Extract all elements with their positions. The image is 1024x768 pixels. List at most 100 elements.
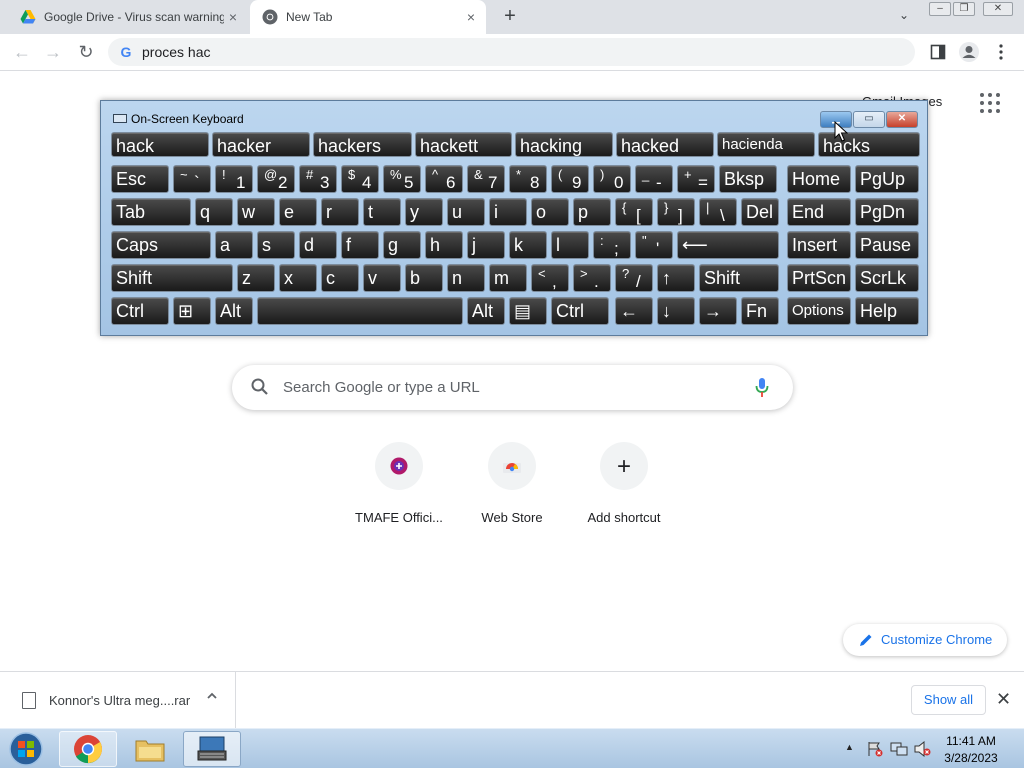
key-home[interactable]: Home bbox=[787, 165, 851, 193]
key-symbol[interactable]: _ - bbox=[635, 165, 673, 193]
reload-button[interactable]: ↻ bbox=[74, 41, 98, 65]
tab-search-icon[interactable]: ⌄ bbox=[894, 8, 914, 26]
key-l[interactable]: l bbox=[551, 231, 589, 259]
key-w[interactable]: w bbox=[237, 198, 275, 226]
customize-chrome-button[interactable]: Customize Chrome bbox=[843, 624, 1007, 656]
window-restore-button[interactable]: ❐ bbox=[953, 2, 975, 16]
tab-new-tab[interactable]: New Tab × bbox=[250, 0, 486, 34]
key-symbol[interactable]: ⟵ bbox=[677, 231, 779, 259]
key-d[interactable]: d bbox=[299, 231, 337, 259]
key-8[interactable]: * 8 bbox=[509, 165, 547, 193]
key-u[interactable]: u bbox=[447, 198, 485, 226]
key-shift[interactable]: Shift bbox=[111, 264, 233, 292]
word-suggestion[interactable]: hacked bbox=[616, 132, 714, 157]
new-tab-button[interactable]: + bbox=[498, 5, 522, 29]
key-s[interactable]: s bbox=[257, 231, 295, 259]
key-p[interactable]: p bbox=[573, 198, 611, 226]
taskbar-explorer-button[interactable] bbox=[121, 731, 179, 767]
key-x[interactable]: x bbox=[279, 264, 317, 292]
key-insert[interactable]: Insert bbox=[787, 231, 851, 259]
key-f[interactable]: f bbox=[341, 231, 379, 259]
taskbar-chrome-button[interactable] bbox=[59, 731, 117, 767]
key-del[interactable]: Del bbox=[741, 198, 779, 226]
key-fn[interactable]: Fn bbox=[741, 297, 779, 325]
key-pgdn[interactable]: PgDn bbox=[855, 198, 919, 226]
key-alt[interactable]: Alt bbox=[467, 297, 505, 325]
key-k[interactable]: k bbox=[509, 231, 547, 259]
word-suggestion[interactable]: hacienda bbox=[717, 132, 815, 157]
word-suggestion[interactable]: hacker bbox=[212, 132, 310, 157]
key-7[interactable]: & 7 bbox=[467, 165, 505, 193]
back-button[interactable]: ← bbox=[10, 41, 34, 65]
key-pgup[interactable]: PgUp bbox=[855, 165, 919, 193]
show-all-button[interactable]: Show all bbox=[911, 685, 986, 715]
more-menu-icon[interactable] bbox=[998, 43, 1004, 61]
tab-close-icon[interactable]: × bbox=[462, 9, 480, 25]
key-g[interactable]: g bbox=[383, 231, 421, 259]
show-hidden-icons[interactable]: ▲ bbox=[845, 742, 854, 752]
key-pause[interactable]: Pause bbox=[855, 231, 919, 259]
network-icon[interactable] bbox=[890, 741, 908, 757]
key-symbol[interactable]: <, bbox=[531, 264, 569, 292]
word-suggestion[interactable]: hackett bbox=[415, 132, 512, 157]
profile-avatar-icon[interactable] bbox=[958, 41, 980, 63]
word-suggestion[interactable]: hacking bbox=[515, 132, 613, 157]
key-v[interactable]: v bbox=[363, 264, 401, 292]
key-alt[interactable]: Alt bbox=[215, 297, 253, 325]
taskbar-osk-button[interactable] bbox=[183, 731, 241, 767]
forward-button[interactable]: → bbox=[41, 41, 65, 65]
key-symbol[interactable]: ~ ` bbox=[173, 165, 211, 193]
word-suggestion[interactable]: hack bbox=[111, 132, 209, 157]
key-1[interactable]: ! 1 bbox=[215, 165, 253, 193]
key-scrlk[interactable]: ScrLk bbox=[855, 264, 919, 292]
key-end[interactable]: End bbox=[787, 198, 851, 226]
key-b[interactable]: b bbox=[405, 264, 443, 292]
shortcut-tile[interactable]: Web Store bbox=[456, 442, 568, 525]
key-ctrl[interactable]: Ctrl bbox=[551, 297, 609, 325]
key-2[interactable]: @2 bbox=[257, 165, 295, 193]
key-esc[interactable]: Esc bbox=[111, 165, 169, 193]
key-6[interactable]: ^ 6 bbox=[425, 165, 463, 193]
key-0[interactable]: ) 0 bbox=[593, 165, 631, 193]
key-5[interactable]: % 5 bbox=[383, 165, 421, 193]
key-symbol[interactable]: " ' bbox=[635, 231, 673, 259]
windows-start-icon[interactable] bbox=[4, 731, 48, 767]
key-symbol[interactable]: ⊞ bbox=[173, 297, 211, 325]
key-prtscn[interactable]: PrtScn bbox=[787, 264, 851, 292]
key-bksp[interactable]: Bksp bbox=[719, 165, 777, 193]
ntp-search-box[interactable]: Search Google or type a URL bbox=[232, 365, 793, 410]
key-c[interactable]: c bbox=[321, 264, 359, 292]
key-z[interactable]: z bbox=[237, 264, 275, 292]
key-symbol[interactable]: ? / bbox=[615, 264, 653, 292]
action-center-flag-icon[interactable] bbox=[866, 741, 884, 757]
key-h[interactable]: h bbox=[425, 231, 463, 259]
key-j[interactable]: j bbox=[467, 231, 505, 259]
key-3[interactable]: #3 bbox=[299, 165, 337, 193]
chevron-up-icon[interactable] bbox=[206, 690, 218, 702]
key-symbol[interactable]: {[ bbox=[615, 198, 653, 226]
key-symbol[interactable]: }] bbox=[657, 198, 695, 226]
add-shortcut-tile[interactable]: + Add shortcut bbox=[568, 442, 680, 525]
key-caps[interactable]: Caps bbox=[111, 231, 211, 259]
download-item[interactable]: Konnor's Ultra meg....rar bbox=[18, 672, 236, 728]
key-options[interactable]: Options bbox=[787, 297, 851, 325]
google-apps-icon[interactable] bbox=[980, 93, 1000, 113]
side-panel-icon[interactable] bbox=[930, 44, 946, 60]
key-symbol[interactable]: ▤ bbox=[509, 297, 547, 325]
close-shelf-icon[interactable]: ✕ bbox=[996, 689, 1011, 710]
window-close-button[interactable]: ✕ bbox=[983, 2, 1013, 16]
key-symbol[interactable]: + = bbox=[677, 165, 715, 193]
word-suggestion[interactable]: hackers bbox=[313, 132, 412, 157]
shortcut-tile[interactable]: TMAFE Offici... bbox=[343, 442, 455, 525]
key-t[interactable]: t bbox=[363, 198, 401, 226]
key-a[interactable]: a bbox=[215, 231, 253, 259]
tab-close-icon[interactable]: × bbox=[224, 9, 242, 25]
key-symbol[interactable]: ↑ bbox=[657, 264, 695, 292]
key-y[interactable]: y bbox=[405, 198, 443, 226]
microphone-icon[interactable] bbox=[754, 377, 770, 399]
volume-muted-icon[interactable] bbox=[914, 741, 932, 757]
key-tab[interactable]: Tab bbox=[111, 198, 191, 226]
key-space[interactable] bbox=[257, 297, 463, 325]
address-bar[interactable]: G proces hac bbox=[108, 38, 915, 66]
key-symbol[interactable]: ↓ bbox=[657, 297, 695, 325]
